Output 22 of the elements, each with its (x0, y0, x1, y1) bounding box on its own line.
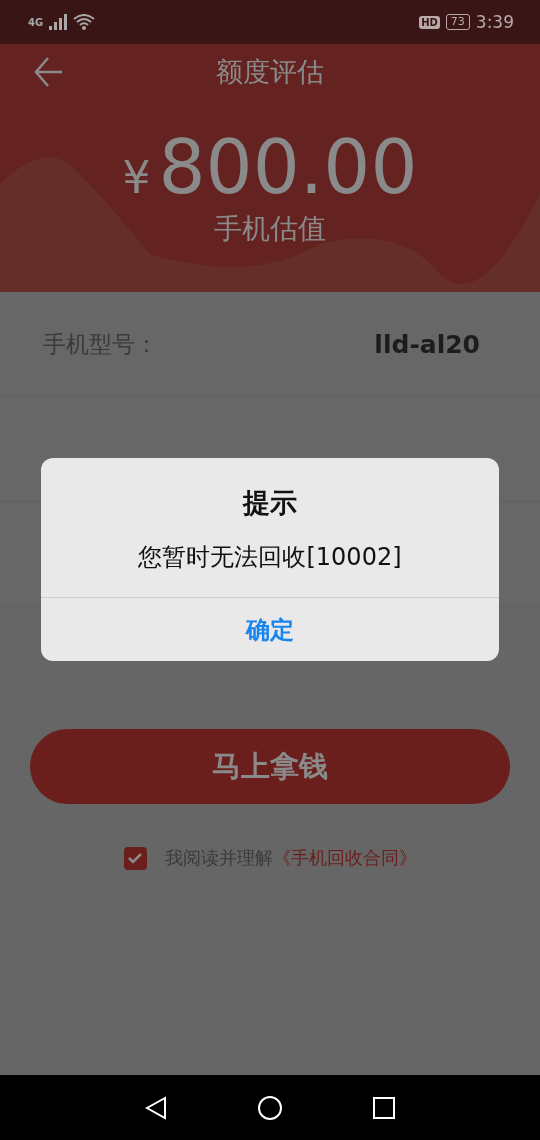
back-icon[interactable] (34, 56, 64, 88)
battery-level: 73 (445, 14, 470, 30)
amount-value: 800.00 (158, 130, 418, 204)
check-icon (128, 852, 142, 864)
back-nav-icon[interactable] (145, 1095, 167, 1120)
agreement-checkbox[interactable] (123, 846, 147, 870)
get-money-button[interactable]: 马上拿钱 (30, 729, 510, 804)
detail-value: lld-al20 (374, 329, 480, 359)
amount-caption: 手机估值 (214, 211, 326, 247)
signal-icon (49, 14, 68, 30)
confirm-button[interactable]: 确定 (41, 597, 499, 661)
recents-nav-icon[interactable] (373, 1096, 395, 1119)
home-nav-icon[interactable] (257, 1094, 283, 1121)
currency-symbol: ¥ (122, 152, 151, 203)
clock-time: 3:39 (475, 12, 514, 32)
dialog-message: 您暂时无法回收[10002] (138, 542, 402, 573)
wifi-icon (73, 14, 96, 30)
network-label: 4G (28, 16, 44, 28)
dialog-title: 提示 (243, 486, 297, 520)
contract-link[interactable]: 《手机回收合同》 (272, 846, 417, 870)
hd-badge: HD (419, 15, 440, 29)
page-title: 额度评估 (216, 55, 324, 89)
